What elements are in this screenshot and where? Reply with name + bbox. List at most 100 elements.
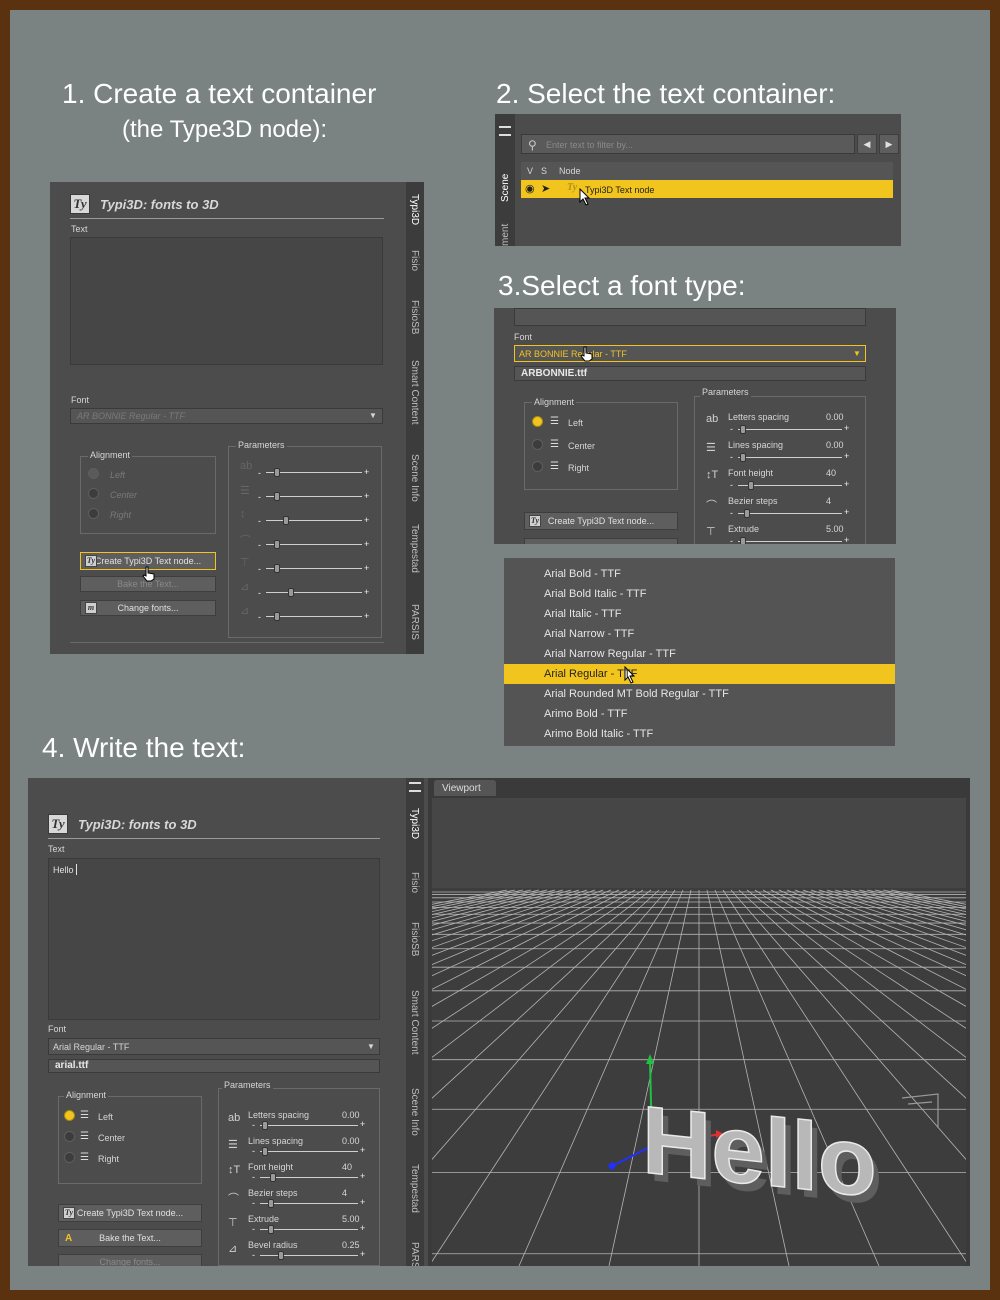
slider-minus[interactable]: -: [258, 493, 261, 502]
slider-track[interactable]: [738, 457, 842, 458]
slider-plus[interactable]: +: [844, 424, 849, 433]
p4-menu-icon[interactable]: [409, 782, 421, 792]
slider-track[interactable]: [266, 496, 362, 497]
slider-track[interactable]: [266, 568, 362, 569]
p4-radio-left[interactable]: [64, 1110, 75, 1121]
change-fonts-button[interactable]: m Change fonts...: [80, 600, 216, 616]
side-tab[interactable]: Typi3D: [409, 194, 420, 225]
dropdown-item[interactable]: Arial Bold - TTF: [544, 568, 621, 580]
slider-plus[interactable]: +: [360, 1172, 365, 1181]
slider-plus[interactable]: +: [844, 508, 849, 517]
scene-filter-input[interactable]: ⚲ Enter text to filter by...: [521, 134, 855, 154]
dropdown-item[interactable]: Arial Bold Italic - TTF: [544, 588, 647, 600]
dropdown-item[interactable]: Arial Narrow - TTF: [544, 628, 634, 640]
slider-plus[interactable]: +: [364, 516, 369, 525]
slider-knob[interactable]: [261, 1147, 268, 1156]
slider-plus[interactable]: +: [364, 564, 369, 573]
slider-minus[interactable]: -: [258, 613, 261, 622]
p4-radio-right[interactable]: [64, 1152, 75, 1163]
slider-track[interactable]: [266, 472, 362, 473]
slider-knob[interactable]: [740, 453, 747, 462]
p4-create-button[interactable]: Ty Create Typi3D Text node...: [58, 1204, 202, 1222]
dropdown-item[interactable]: Arial Regular - TTF: [544, 668, 637, 680]
slider-knob[interactable]: [267, 1225, 274, 1234]
radio-left[interactable]: [88, 468, 99, 479]
prev-arrow-icon[interactable]: ◀: [857, 134, 877, 154]
slider-minus[interactable]: -: [730, 425, 733, 434]
slider-plus[interactable]: +: [364, 612, 369, 621]
p3-radio-left[interactable]: [532, 416, 543, 427]
slider-minus[interactable]: -: [252, 1225, 255, 1234]
p4-side-tab[interactable]: Scene Info: [409, 1088, 420, 1136]
slider-plus[interactable]: +: [360, 1120, 365, 1129]
slider-knob[interactable]: [283, 516, 290, 525]
slider-minus[interactable]: -: [730, 537, 733, 545]
slider-track[interactable]: [738, 429, 842, 430]
slider-plus[interactable]: +: [360, 1224, 365, 1233]
slider-minus[interactable]: -: [258, 589, 261, 598]
eye-icon[interactable]: ◉: [525, 182, 535, 195]
p4-text-area[interactable]: Hello: [48, 858, 380, 1020]
p4-radio-center[interactable]: [64, 1131, 75, 1142]
p4-font-select[interactable]: Arial Regular - TTF ▼: [48, 1038, 380, 1055]
p4-side-tab[interactable]: Typi3D: [409, 808, 420, 839]
dropdown-item[interactable]: Arial Narrow Regular - TTF: [544, 648, 676, 660]
slider-knob[interactable]: [744, 509, 751, 518]
p3-bake-button[interactable]: [524, 538, 678, 544]
radio-right[interactable]: [88, 508, 99, 519]
p3-radio-center[interactable]: [532, 439, 543, 450]
slider-plus[interactable]: +: [360, 1198, 365, 1207]
slider-minus[interactable]: -: [252, 1251, 255, 1260]
slider-track[interactable]: [266, 616, 362, 617]
p4-side-tab[interactable]: PARSIS: [409, 1242, 420, 1266]
p3-font-select[interactable]: AR BONNIE Regular - TTF ▼: [514, 345, 866, 362]
slider-minus[interactable]: -: [252, 1121, 255, 1130]
dropdown-item[interactable]: Arimo Bold - TTF: [544, 708, 628, 720]
slider-knob[interactable]: [267, 1199, 274, 1208]
slider-knob[interactable]: [269, 1173, 276, 1182]
text-area[interactable]: [70, 237, 383, 365]
slider-track[interactable]: [260, 1229, 358, 1230]
slider-knob[interactable]: [273, 564, 280, 573]
side-tab[interactable]: Tempestad: [409, 524, 420, 573]
side-tab[interactable]: Scene Info: [409, 454, 420, 502]
p4-change-fonts-button[interactable]: Change fonts...: [58, 1254, 202, 1266]
p4-side-tab[interactable]: Tempestad: [409, 1164, 420, 1213]
slider-track[interactable]: [260, 1203, 358, 1204]
slider-track[interactable]: [266, 520, 362, 521]
slider-plus[interactable]: +: [364, 540, 369, 549]
slider-minus[interactable]: -: [258, 517, 261, 526]
side-tab[interactable]: Fisio: [409, 250, 420, 271]
slider-minus[interactable]: -: [258, 541, 261, 550]
dropdown-item[interactable]: Arial Rounded MT Bold Regular - TTF: [544, 688, 729, 700]
p3-create-button[interactable]: Ty Create Typi3D Text node...: [524, 512, 678, 530]
side-tab[interactable]: FisioSB: [409, 300, 420, 334]
slider-knob[interactable]: [740, 537, 747, 544]
slider-knob[interactable]: [273, 468, 280, 477]
slider-minus[interactable]: -: [258, 565, 261, 574]
slider-minus[interactable]: -: [252, 1173, 255, 1182]
slider-plus[interactable]: +: [844, 480, 849, 489]
slider-plus[interactable]: +: [844, 452, 849, 461]
slider-knob[interactable]: [273, 612, 280, 621]
p3-radio-right[interactable]: [532, 461, 543, 472]
select-icon[interactable]: ➤: [541, 182, 550, 195]
menu-icon[interactable]: [499, 126, 511, 136]
slider-knob[interactable]: [273, 492, 280, 501]
slider-knob[interactable]: [740, 425, 747, 434]
slider-plus[interactable]: +: [360, 1250, 365, 1259]
p4-side-tab[interactable]: Smart Content: [409, 990, 420, 1054]
viewport-tab[interactable]: Viewport: [434, 780, 496, 796]
slider-track[interactable]: [266, 592, 362, 593]
slider-knob[interactable]: [273, 540, 280, 549]
tab-other[interactable]: ment: [500, 224, 511, 246]
slider-plus[interactable]: +: [844, 536, 849, 545]
slider-plus[interactable]: +: [360, 1146, 365, 1155]
p4-side-tab[interactable]: Fisio: [409, 872, 420, 893]
slider-minus[interactable]: -: [252, 1199, 255, 1208]
slider-plus[interactable]: +: [364, 588, 369, 597]
next-arrow-icon[interactable]: ▶: [879, 134, 899, 154]
side-tab[interactable]: PARSIS: [409, 604, 420, 640]
p4-side-tab[interactable]: FisioSB: [409, 922, 420, 956]
slider-track[interactable]: [266, 544, 362, 545]
